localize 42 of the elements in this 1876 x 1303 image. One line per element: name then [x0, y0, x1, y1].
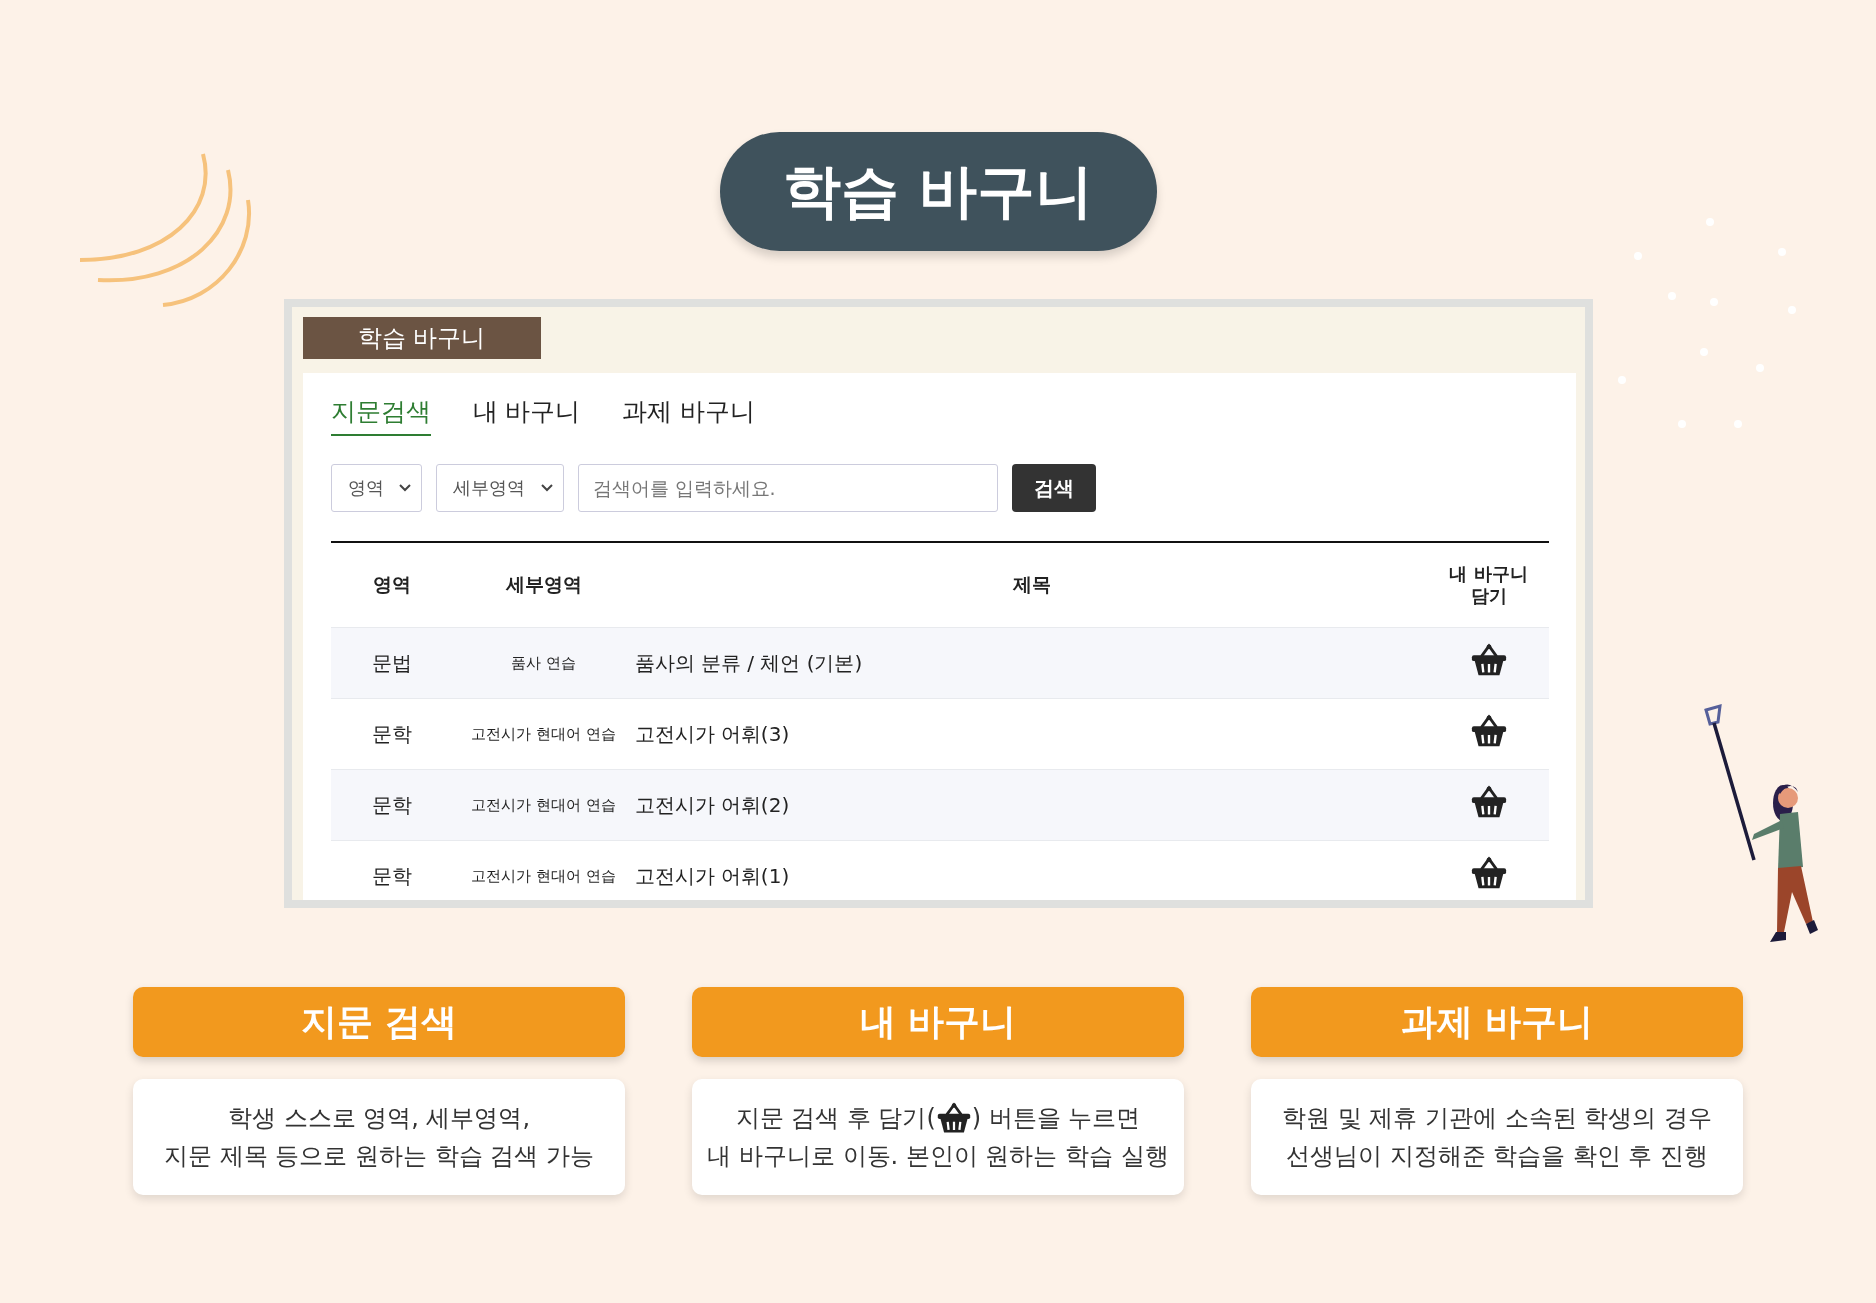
feature-title-bar: 지문 검색 [133, 987, 625, 1057]
table-cell: 문학 [371, 720, 412, 748]
basket-icon [1469, 785, 1508, 820]
basket-icon [935, 1101, 972, 1135]
table-cell: 고전시가 어휘(1) [634, 862, 790, 890]
feature-title-bar: 과제 바구니 [1251, 987, 1743, 1057]
description-text: 내 바구니로 이동. 본인이 원하는 학습 실행 [707, 1141, 1169, 1173]
description-text: 선생님이 지정해준 학습을 확인 후 진행 [1285, 1141, 1709, 1172]
search-field[interactable]: 검색어를 입력하세요. [577, 464, 998, 512]
dropdown-select[interactable]: 영역 [330, 464, 422, 512]
panel-label: 학습 바구니 [302, 317, 541, 359]
tab[interactable]: 지문검색 [330, 395, 431, 436]
description-text: 학원 및 제휴 기관에 소속된 학생의 경우 [1282, 1103, 1712, 1134]
description-text: 학생 스스로 영역, 세부영역, [227, 1103, 531, 1134]
description-text: 지문 제목 등으로 원하는 학습 검색 가능 [164, 1141, 594, 1172]
basket-icon [1469, 856, 1508, 891]
table-cell: 고전시가 어휘(3) [634, 720, 790, 748]
description-text: ) 버튼을 누르면 [971, 1103, 1141, 1134]
chevron-down-icon [398, 484, 411, 492]
table-cell: 문학 [371, 791, 412, 819]
table-cell: 문학 [371, 862, 412, 890]
table-cell: 품사 연습 [511, 653, 576, 673]
headline-banner: 학습 바구니 [719, 132, 1157, 251]
column-header: 세부영역 [505, 572, 582, 597]
table-cell: 고전시가 현대어 연습 [471, 795, 616, 815]
search-button[interactable]: 검색 [1011, 464, 1096, 512]
column-header: 제목 [1012, 572, 1051, 597]
table-cell: 고전시가 어휘(2) [634, 791, 790, 819]
chevron-down-icon [540, 484, 553, 492]
table-cell: 고전시가 현대어 연습 [471, 724, 616, 744]
tab[interactable]: 내 바구니 [472, 395, 581, 436]
tab[interactable]: 과제 바구니 [622, 395, 756, 436]
feature-title-bar: 내 바구니 [692, 987, 1184, 1057]
basket-icon [1469, 714, 1508, 749]
table-cell: 품사의 분류 / 체언 (기본) [634, 649, 863, 677]
description-text: 지문 검색 후 담기( [735, 1103, 936, 1134]
table-cell: 고전시가 현대어 연습 [471, 866, 616, 886]
column-header: 영역 [372, 572, 411, 597]
column-header: 내 바구니 담기 [1448, 563, 1529, 607]
dropdown-select[interactable]: 세부영역 [435, 464, 564, 512]
table-cell: 문법 [371, 649, 412, 677]
basket-icon [1469, 643, 1508, 678]
